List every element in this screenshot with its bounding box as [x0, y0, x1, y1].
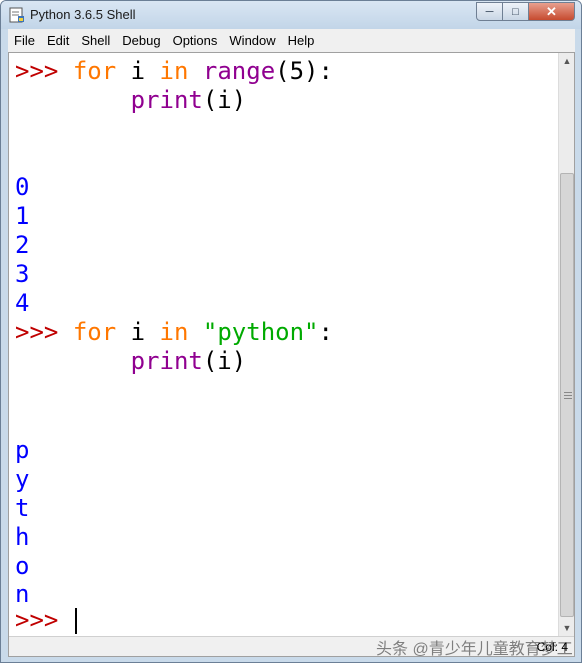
text-cursor: [74, 608, 77, 634]
menu-shell[interactable]: Shell: [75, 33, 116, 48]
menu-help[interactable]: Help: [282, 33, 321, 48]
scrollbar-thumb[interactable]: [560, 173, 574, 617]
keyword-in: in: [159, 57, 189, 85]
output-line: t: [15, 494, 30, 522]
output-line: y: [15, 465, 30, 493]
builtin-print: print: [130, 86, 203, 114]
keyword-in: in: [159, 318, 189, 346]
window-controls: ─ □ ✕: [476, 2, 575, 21]
scroll-down-icon[interactable]: ▼: [559, 620, 575, 636]
builtin-print: print: [130, 347, 203, 375]
print-args: (i): [202, 86, 247, 114]
loop-variable: i: [130, 57, 146, 85]
scroll-up-icon[interactable]: ▲: [559, 53, 575, 69]
shell-prompt: >>>: [15, 57, 59, 85]
maximize-icon: □: [512, 5, 519, 18]
minimize-button[interactable]: ─: [476, 2, 503, 21]
menu-edit[interactable]: Edit: [41, 33, 75, 48]
window-title: Python 3.6.5 Shell: [30, 7, 136, 22]
keyword-for: for: [72, 318, 117, 346]
output-line: 2: [15, 231, 30, 259]
input-line[interactable]: >>>: [15, 606, 77, 635]
string-literal: "python": [202, 318, 319, 346]
output-line: 3: [15, 260, 30, 288]
output-line: 0: [15, 173, 30, 201]
menu-bar: File Edit Shell Debug Options Window Hel…: [8, 29, 575, 52]
output-line: 1: [15, 202, 30, 230]
title-bar[interactable]: Python 3.6.5 Shell ─ □ ✕: [1, 1, 581, 29]
maximize-button[interactable]: □: [503, 2, 529, 21]
column-indicator: Col: 4: [536, 640, 568, 654]
menu-options[interactable]: Options: [167, 33, 224, 48]
builtin-range: range: [202, 57, 276, 85]
output-line: p: [15, 436, 30, 464]
minimize-icon: ─: [485, 5, 494, 18]
close-button[interactable]: ✕: [529, 2, 575, 21]
colon: :: [318, 318, 333, 346]
code-line: print(i): [15, 86, 247, 115]
print-args: (i): [202, 347, 247, 375]
status-bar: 头条 @青少年儿童教育梦工厂 Col: 4: [9, 636, 574, 658]
output-line: n: [15, 580, 30, 608]
menu-file[interactable]: File: [8, 33, 41, 48]
output-line: 4: [15, 289, 30, 317]
output-line: h: [15, 523, 30, 551]
menu-window[interactable]: Window: [223, 33, 281, 48]
shell-prompt: >>>: [15, 318, 59, 346]
range-args: (5):: [275, 57, 333, 85]
code-line: >>> for i in "python":: [15, 318, 333, 347]
code-line: print(i): [15, 347, 247, 376]
output-line: o: [15, 552, 30, 580]
keyword-for: for: [72, 57, 117, 85]
python-idle-icon: [9, 7, 24, 23]
idle-shell-window: Python 3.6.5 Shell ─ □ ✕ File Edit Shell…: [0, 0, 582, 663]
close-icon: ✕: [546, 3, 557, 19]
menu-debug[interactable]: Debug: [116, 33, 166, 48]
shell-text-area[interactable]: >>> for i in range(5): print(i) 0 1 2 3 …: [8, 52, 575, 658]
code-line: >>> for i in range(5):: [15, 57, 333, 86]
vertical-scrollbar[interactable]: ▲ ▼: [558, 53, 574, 636]
shell-prompt: >>>: [15, 606, 59, 634]
scrollbar-grip-icon: [564, 392, 572, 399]
loop-variable: i: [130, 318, 146, 346]
shell-editor[interactable]: >>> for i in range(5): print(i) 0 1 2 3 …: [9, 53, 559, 636]
